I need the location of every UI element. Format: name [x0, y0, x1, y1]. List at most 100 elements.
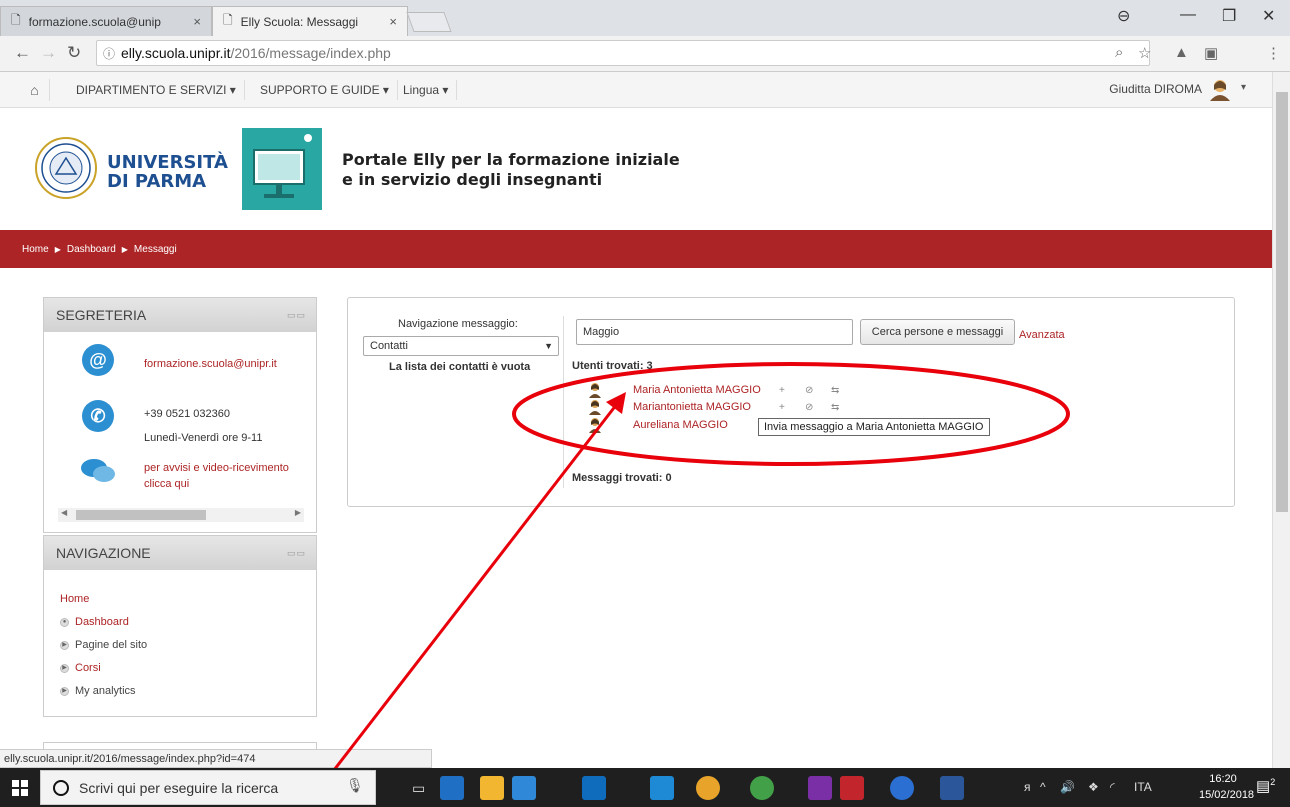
browser-tab-strip: 🗋 formazione.scuola@unip × 🗋 Elly Scuola…: [0, 0, 1290, 36]
window-close-icon[interactable]: ✕: [1262, 6, 1275, 26]
url-input[interactable]: ⓘ elly.scuola.unipr.it/2016/message/inde…: [96, 40, 1150, 66]
bookmark-star-icon[interactable]: ☆: [1138, 44, 1151, 62]
tab-email[interactable]: 🗋 formazione.scuola@unip ×: [0, 6, 212, 36]
microphone-icon[interactable]: 🎙: [346, 777, 364, 794]
block-contact-icon[interactable]: ⊘: [805, 402, 813, 413]
user-name-link[interactable]: Mariantonietta MAGGIO: [633, 401, 751, 413]
user-avatar-icon: [589, 418, 601, 433]
windows-taskbar: Scrivi qui per eseguire la ricerca 🎙 ▭ ᴙ…: [0, 768, 1290, 807]
word-icon[interactable]: [940, 776, 964, 800]
forward-arrow-icon[interactable]: →: [40, 43, 57, 63]
taskbar-clock[interactable]: 16:20 15/02/2018: [1199, 771, 1254, 803]
minimize-icon[interactable]: —: [1180, 6, 1196, 24]
utorrent-icon[interactable]: [750, 776, 774, 800]
block-contact-icon[interactable]: ⊘: [805, 385, 813, 396]
expand-arrow-icon[interactable]: ▶: [60, 664, 69, 673]
restore-icon[interactable]: ❐: [1222, 6, 1236, 26]
edge-icon[interactable]: [440, 776, 464, 800]
home-icon[interactable]: ⌂: [20, 79, 50, 101]
breadcrumb-separator-icon: ▶: [121, 244, 128, 254]
menu-supporto[interactable]: SUPPORTO E GUIDE ▾: [252, 80, 398, 100]
avatar[interactable]: [1208, 77, 1232, 101]
volume-icon[interactable]: 🔊: [1060, 780, 1075, 794]
messages-found-count: Messaggi trovati: 0: [572, 472, 672, 484]
nav-item-pagine[interactable]: ▶ Pagine del sito: [60, 634, 300, 657]
block-header: NAVIGAZIONE ▭▭: [44, 536, 316, 570]
breadcrumb-messaggi[interactable]: Messaggi: [134, 244, 177, 255]
nav-home-link[interactable]: Home: [60, 588, 300, 611]
mcafee-icon[interactable]: [840, 776, 864, 800]
back-arrow-icon[interactable]: ←: [14, 43, 31, 63]
scroll-right-icon[interactable]: ▶: [295, 508, 301, 517]
page-icon: 🗋: [223, 13, 233, 27]
message-history-icon[interactable]: ⇆: [831, 385, 839, 396]
expand-arrow-icon[interactable]: ▶: [60, 687, 69, 696]
cortana-icon: [53, 779, 69, 796]
messages-panel: Navigazione messaggio: Contatti ▼ La lis…: [347, 297, 1235, 507]
user-name-link[interactable]: Maria Antonietta MAGGIO: [633, 384, 761, 396]
app-icon[interactable]: [890, 776, 914, 800]
page-scrollbar[interactable]: [1272, 72, 1290, 768]
contacts-select[interactable]: Contatti ▼: [363, 336, 559, 356]
chrome-icon[interactable]: [696, 776, 720, 800]
taskbar-search-input[interactable]: Scrivi qui per eseguire la ricerca: [40, 770, 376, 805]
dropbox-icon[interactable]: ❖: [1088, 780, 1099, 794]
navigazione-block: NAVIGAZIONE ▭▭ Home ● Dashboard ▶ Pagine…: [43, 535, 317, 717]
task-view-icon[interactable]: ▭: [412, 780, 425, 797]
nav-item-dashboard[interactable]: ● Dashboard: [60, 611, 300, 634]
onenote-icon[interactable]: [808, 776, 832, 800]
user-menu-caret-icon[interactable]: ▾: [1241, 82, 1246, 93]
tab-messaggi[interactable]: 🗋 Elly Scuola: Messaggi ×: [212, 6, 408, 36]
user-name-link[interactable]: Aureliana MAGGIO: [633, 419, 728, 431]
windows-start-icon[interactable]: [0, 768, 40, 807]
menu-kebab-icon[interactable]: ⋮: [1266, 44, 1281, 62]
bullet-icon: ●: [60, 618, 69, 627]
university-name: UNIVERSITÀ DI PARMA: [107, 152, 228, 192]
video-reception-link[interactable]: per avvisi e video-ricevimento clicca qu…: [144, 460, 289, 492]
breadcrumb-dashboard[interactable]: Dashboard: [67, 244, 116, 255]
search-input[interactable]: Maggio: [576, 319, 853, 345]
university-seal-logo[interactable]: [34, 136, 98, 200]
search-people-button[interactable]: Cerca persone e messaggi: [860, 319, 1015, 345]
profile-icon[interactable]: ⊖: [1117, 6, 1130, 26]
message-history-icon[interactable]: ⇆: [831, 402, 839, 413]
reload-icon[interactable]: ↻: [67, 43, 81, 63]
block-horizontal-scrollbar[interactable]: ◀ ▶: [58, 508, 304, 522]
block-header: SEGRETERIA ▭▭: [44, 298, 316, 332]
menu-dipartimento[interactable]: DIPARTIMENTO E SERVIZI ▾: [68, 80, 245, 100]
tooltip: Invia messaggio a Maria Antonietta MAGGI…: [758, 418, 990, 436]
zoom-icon[interactable]: ⌕: [1115, 44, 1123, 61]
expand-arrow-icon[interactable]: ▶: [60, 641, 69, 650]
email-link[interactable]: formazione.scuola@unipr.it: [144, 356, 277, 372]
advanced-search-link[interactable]: Avanzata: [1019, 329, 1065, 341]
tray-expand-icon[interactable]: ^: [1040, 780, 1046, 794]
scroll-left-icon[interactable]: ◀: [61, 508, 67, 517]
add-contact-icon[interactable]: +: [779, 402, 785, 413]
nav-item-analytics[interactable]: ▶ My analytics: [60, 680, 300, 703]
extension-icon[interactable]: ▲: [1174, 44, 1189, 61]
close-icon[interactable]: ×: [389, 14, 397, 29]
close-icon[interactable]: ×: [193, 14, 201, 29]
page-icon: 🗋: [11, 13, 21, 27]
language-indicator[interactable]: ITA: [1134, 780, 1152, 794]
outlook-icon[interactable]: [582, 776, 606, 800]
block-dock-icon[interactable]: ▭▭: [287, 548, 306, 559]
user-name[interactable]: Giuditta DIROMA: [1109, 82, 1202, 96]
notifications-icon[interactable]: ▤2: [1256, 777, 1275, 795]
portal-title: Portale Elly per la formazione iniziale …: [342, 150, 680, 189]
store-icon[interactable]: [512, 776, 536, 800]
pdf-extension-icon[interactable]: ▣: [1204, 44, 1218, 62]
app-icon[interactable]: [650, 776, 674, 800]
add-contact-icon[interactable]: +: [779, 385, 785, 396]
phone-icon: ✆: [82, 400, 114, 432]
status-bar: elly.scuola.unipr.it/2016/message/index.…: [0, 749, 432, 768]
nav-item-corsi[interactable]: ▶ Corsi: [60, 657, 300, 680]
block-dock-icon[interactable]: ▭▭: [287, 310, 306, 321]
people-icon[interactable]: ᴙ: [1024, 780, 1031, 794]
new-tab-button[interactable]: [406, 12, 452, 32]
breadcrumb-home[interactable]: Home: [22, 244, 49, 255]
wifi-icon[interactable]: ◜: [1110, 780, 1115, 794]
menu-lingua[interactable]: Lingua ▾: [395, 80, 458, 100]
file-explorer-icon[interactable]: [480, 776, 504, 800]
info-icon[interactable]: ⓘ: [103, 45, 115, 62]
